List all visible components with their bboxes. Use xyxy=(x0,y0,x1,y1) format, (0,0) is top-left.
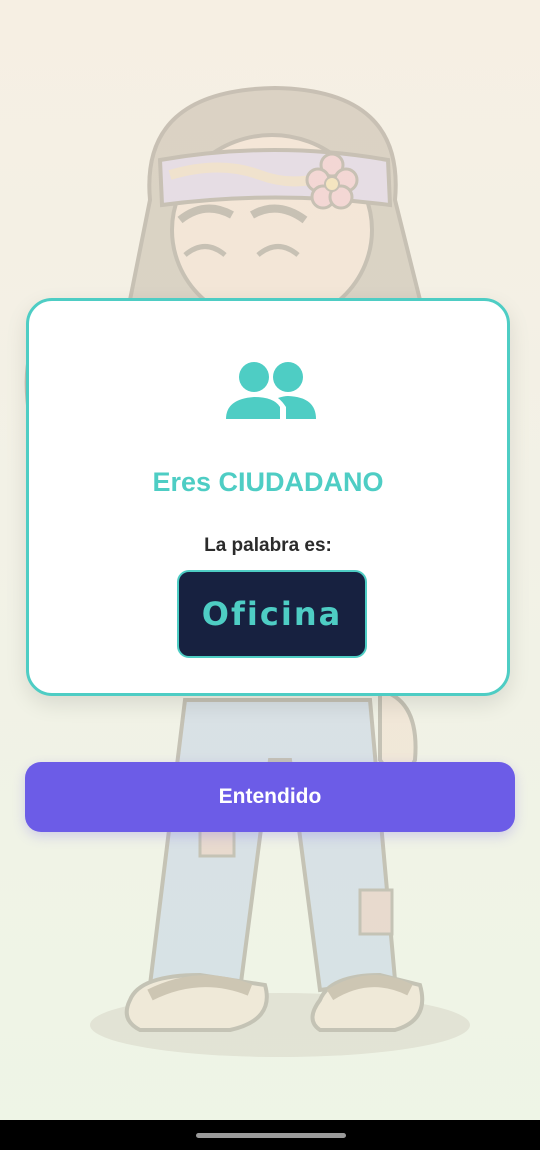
word-label: La palabra es: xyxy=(204,535,332,556)
home-indicator[interactable] xyxy=(196,1133,346,1138)
understood-button[interactable]: Entendido xyxy=(25,762,515,832)
people-icon xyxy=(226,362,316,419)
secret-word-box: Oficina xyxy=(177,570,367,658)
system-navigation-bar xyxy=(0,1120,540,1150)
role-reveal-screen: Eres CIUDADANO La palabra es: Oficina En… xyxy=(0,0,540,1150)
role-title: Eres CIUDADANO xyxy=(152,467,384,497)
role-card: Eres CIUDADANO La palabra es: Oficina xyxy=(26,298,510,696)
secret-word: Oficina xyxy=(201,595,343,633)
